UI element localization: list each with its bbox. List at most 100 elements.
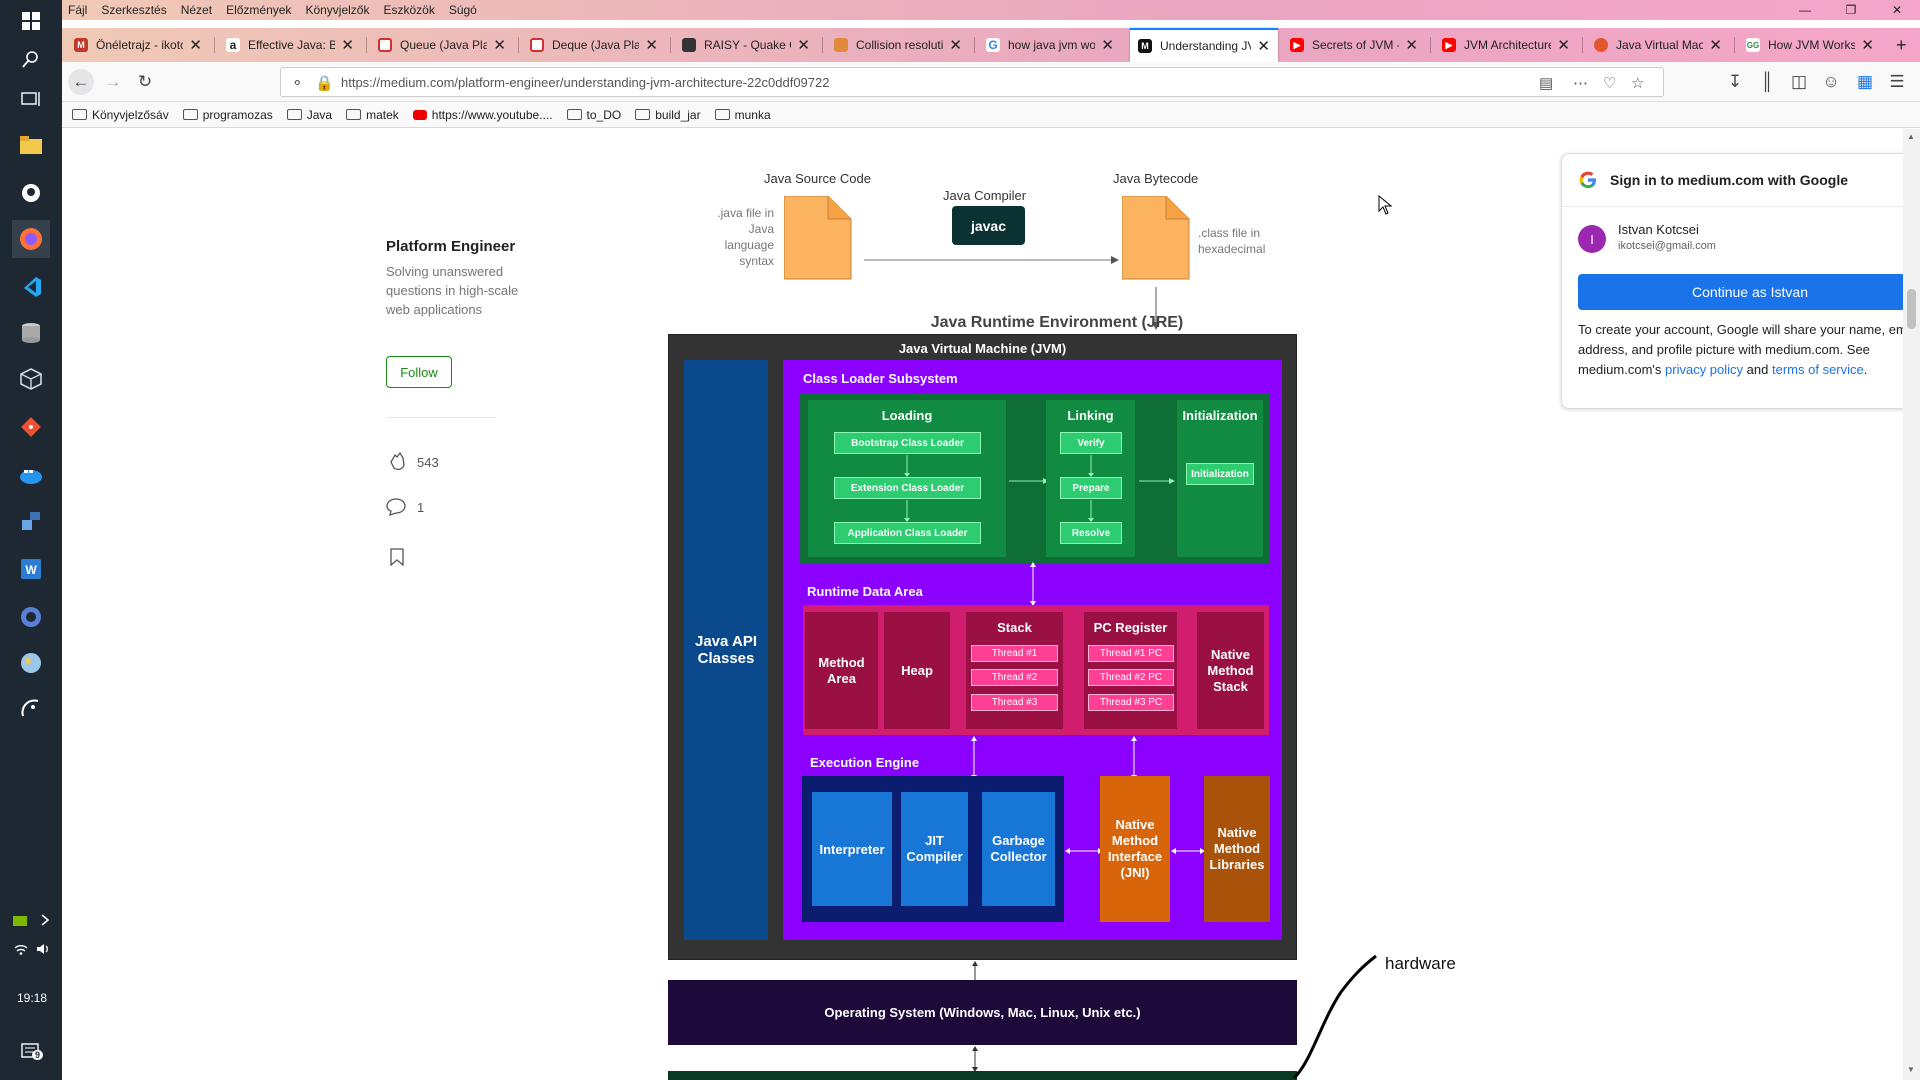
chevron-right-icon[interactable] <box>40 913 50 930</box>
scroll-down-icon[interactable]: ▼ <box>1907 1065 1915 1074</box>
address-bar[interactable]: ⚬ 🔒 https://medium.com/platform-engineer… <box>280 67 1664 97</box>
close-tab-icon[interactable]: ✕ <box>341 36 354 54</box>
privacy-policy-link[interactable]: privacy policy <box>1665 362 1743 377</box>
close-tab-icon[interactable]: ✕ <box>493 36 506 54</box>
close-tab-icon[interactable]: ✕ <box>949 36 962 54</box>
url-text[interactable]: https://medium.com/platform-engineer/und… <box>341 75 829 90</box>
follow-button[interactable]: Follow <box>386 356 452 388</box>
bookmark-folder[interactable]: Java <box>286 108 332 122</box>
bookmark-folder[interactable]: matek <box>346 108 399 122</box>
git-icon[interactable] <box>12 408 50 446</box>
tab-8-active[interactable]: M Understanding JV ✕ <box>1130 28 1278 62</box>
bookmark-save-icon[interactable] <box>390 548 404 569</box>
vscode-icon[interactable] <box>12 268 50 306</box>
close-tab-icon[interactable]: ✕ <box>189 36 202 54</box>
satellite-dish-icon[interactable] <box>12 690 50 728</box>
wifi-icon[interactable] <box>14 942 28 958</box>
new-tab-button[interactable]: + <box>1888 28 1920 62</box>
bookmark-folder[interactable]: to_DO <box>566 108 621 122</box>
tab-2[interactable]: a Effective Java: Bl ✕ <box>218 28 362 62</box>
bookmark-star-icon[interactable]: ☆ <box>1631 74 1644 92</box>
continue-button[interactable]: Continue as Istvan <box>1578 274 1903 310</box>
pocket-icon[interactable]: ♡ <box>1603 74 1616 92</box>
site-icon <box>1594 38 1608 52</box>
shield-icon[interactable]: ⚬ <box>291 74 304 92</box>
downloads-icon[interactable]: ↧ <box>1722 69 1748 95</box>
forward-icon[interactable]: → <box>100 69 126 95</box>
notifications-icon[interactable]: 9 <box>21 1043 44 1064</box>
restore-icon[interactable]: ❐ <box>1828 0 1874 20</box>
hamburger-menu-icon[interactable]: ☰ <box>1884 69 1910 95</box>
close-tab-icon[interactable]: ✕ <box>1405 36 1418 54</box>
jni-box: Native Method Interface (JNI) <box>1100 776 1170 922</box>
lock-icon[interactable]: 🔒 <box>315 74 334 92</box>
tab-7[interactable]: Ghow java jvm wo ✕ <box>978 28 1122 62</box>
tab-3[interactable]: Queue (Java Platf ✕ <box>370 28 514 62</box>
reader-view-icon[interactable]: ▤ <box>1539 74 1553 92</box>
menu-edit[interactable]: Szerkesztés <box>101 3 166 17</box>
tab-12[interactable]: GG How JVM Works ✕ <box>1738 28 1882 62</box>
tab-10[interactable]: ▶ JVM Architecture ✕ <box>1434 28 1578 62</box>
close-tab-icon[interactable]: ✕ <box>1709 36 1722 54</box>
bookmark-link[interactable]: https://www.youtube.... <box>412 108 553 122</box>
app-circle-icon[interactable] <box>12 598 50 636</box>
virtualbox-icon[interactable] <box>12 360 50 398</box>
tab-1[interactable]: M Önéletrajz - ikotc ✕ <box>66 28 210 62</box>
page-scrollbar[interactable]: ▲ ▼ <box>1903 129 1920 1080</box>
volume-icon[interactable] <box>36 942 52 958</box>
scrollbar-thumb[interactable] <box>1907 289 1916 329</box>
page-actions-icon[interactable]: ⋯ <box>1573 74 1588 92</box>
clap-icon[interactable] <box>386 450 408 475</box>
firefox-icon[interactable] <box>12 220 50 258</box>
network-tool-icon[interactable] <box>12 502 50 540</box>
close-tab-icon[interactable]: ✕ <box>1257 37 1270 55</box>
account-icon[interactable]: ☺ <box>1818 69 1844 95</box>
bookmark-folder[interactable]: programozas <box>182 108 273 122</box>
photos-icon[interactable] <box>12 644 50 682</box>
file-explorer-icon[interactable] <box>12 126 50 164</box>
sidebar-icon[interactable]: ◫ <box>1786 69 1812 95</box>
close-tab-icon[interactable]: ✕ <box>1101 36 1114 54</box>
clock[interactable]: 19:18 <box>17 991 47 1005</box>
reload-icon[interactable]: ↻ <box>132 69 158 95</box>
extension-icon[interactable]: ▦ <box>1852 69 1878 95</box>
bookmark-folder[interactable]: Könyvjelzősáv <box>72 108 169 122</box>
docker-icon[interactable] <box>12 456 50 494</box>
popup-consent-text: To create your account, Google will shar… <box>1578 320 1903 380</box>
publication-name[interactable]: Platform Engineer <box>386 238 515 255</box>
database-icon[interactable] <box>12 314 50 352</box>
comment-icon[interactable] <box>386 498 406 519</box>
tray-app-icon[interactable] <box>12 914 28 931</box>
tab-11[interactable]: Java Virtual Mach ✕ <box>1586 28 1730 62</box>
tab-5[interactable]: RAISY - Quake C ✕ <box>674 28 818 62</box>
close-tab-icon[interactable]: ✕ <box>645 36 658 54</box>
native-libraries-box: Native Method Libraries <box>1204 776 1270 922</box>
operating-system-box: Operating System (Windows, Mac, Linux, U… <box>668 980 1297 1045</box>
library-icon[interactable]: ║ <box>1754 69 1780 95</box>
tab-6[interactable]: Collision resolutio ✕ <box>826 28 970 62</box>
close-tab-icon[interactable]: ✕ <box>1557 36 1570 54</box>
tab-4[interactable]: Deque (Java Platf ✕ <box>522 28 666 62</box>
close-window-icon[interactable]: ✕ <box>1874 0 1920 20</box>
terms-of-service-link[interactable]: terms of service <box>1772 362 1864 377</box>
task-view-icon[interactable] <box>12 80 50 118</box>
back-icon[interactable]: ← <box>68 69 94 95</box>
menu-tools[interactable]: Eszközök <box>383 3 434 17</box>
bookmark-folder[interactable]: build_jar <box>635 108 701 122</box>
minimize-icon[interactable]: — <box>1782 0 1828 20</box>
menu-bookmarks[interactable]: Könyvjelzők <box>305 3 369 17</box>
close-tab-icon[interactable]: ✕ <box>797 36 810 54</box>
menu-history[interactable]: Előzmények <box>226 3 291 17</box>
windows-start-icon[interactable] <box>12 2 50 40</box>
bookmark-folder[interactable]: munka <box>714 108 771 122</box>
scroll-up-icon[interactable]: ▲ <box>1907 132 1915 141</box>
word-icon[interactable]: W <box>12 550 50 588</box>
menu-view[interactable]: Nézet <box>181 3 212 17</box>
loader-runtime-arrow <box>1028 562 1038 609</box>
tab-9[interactable]: ▶ Secrets of JVM - I ✕ <box>1282 28 1426 62</box>
menu-help[interactable]: Súgó <box>449 3 477 17</box>
menu-file[interactable]: Fájl <box>68 3 87 17</box>
maps-pin-icon[interactable] <box>12 174 50 212</box>
close-tab-icon[interactable]: ✕ <box>1861 36 1874 54</box>
search-icon[interactable] <box>12 40 50 78</box>
